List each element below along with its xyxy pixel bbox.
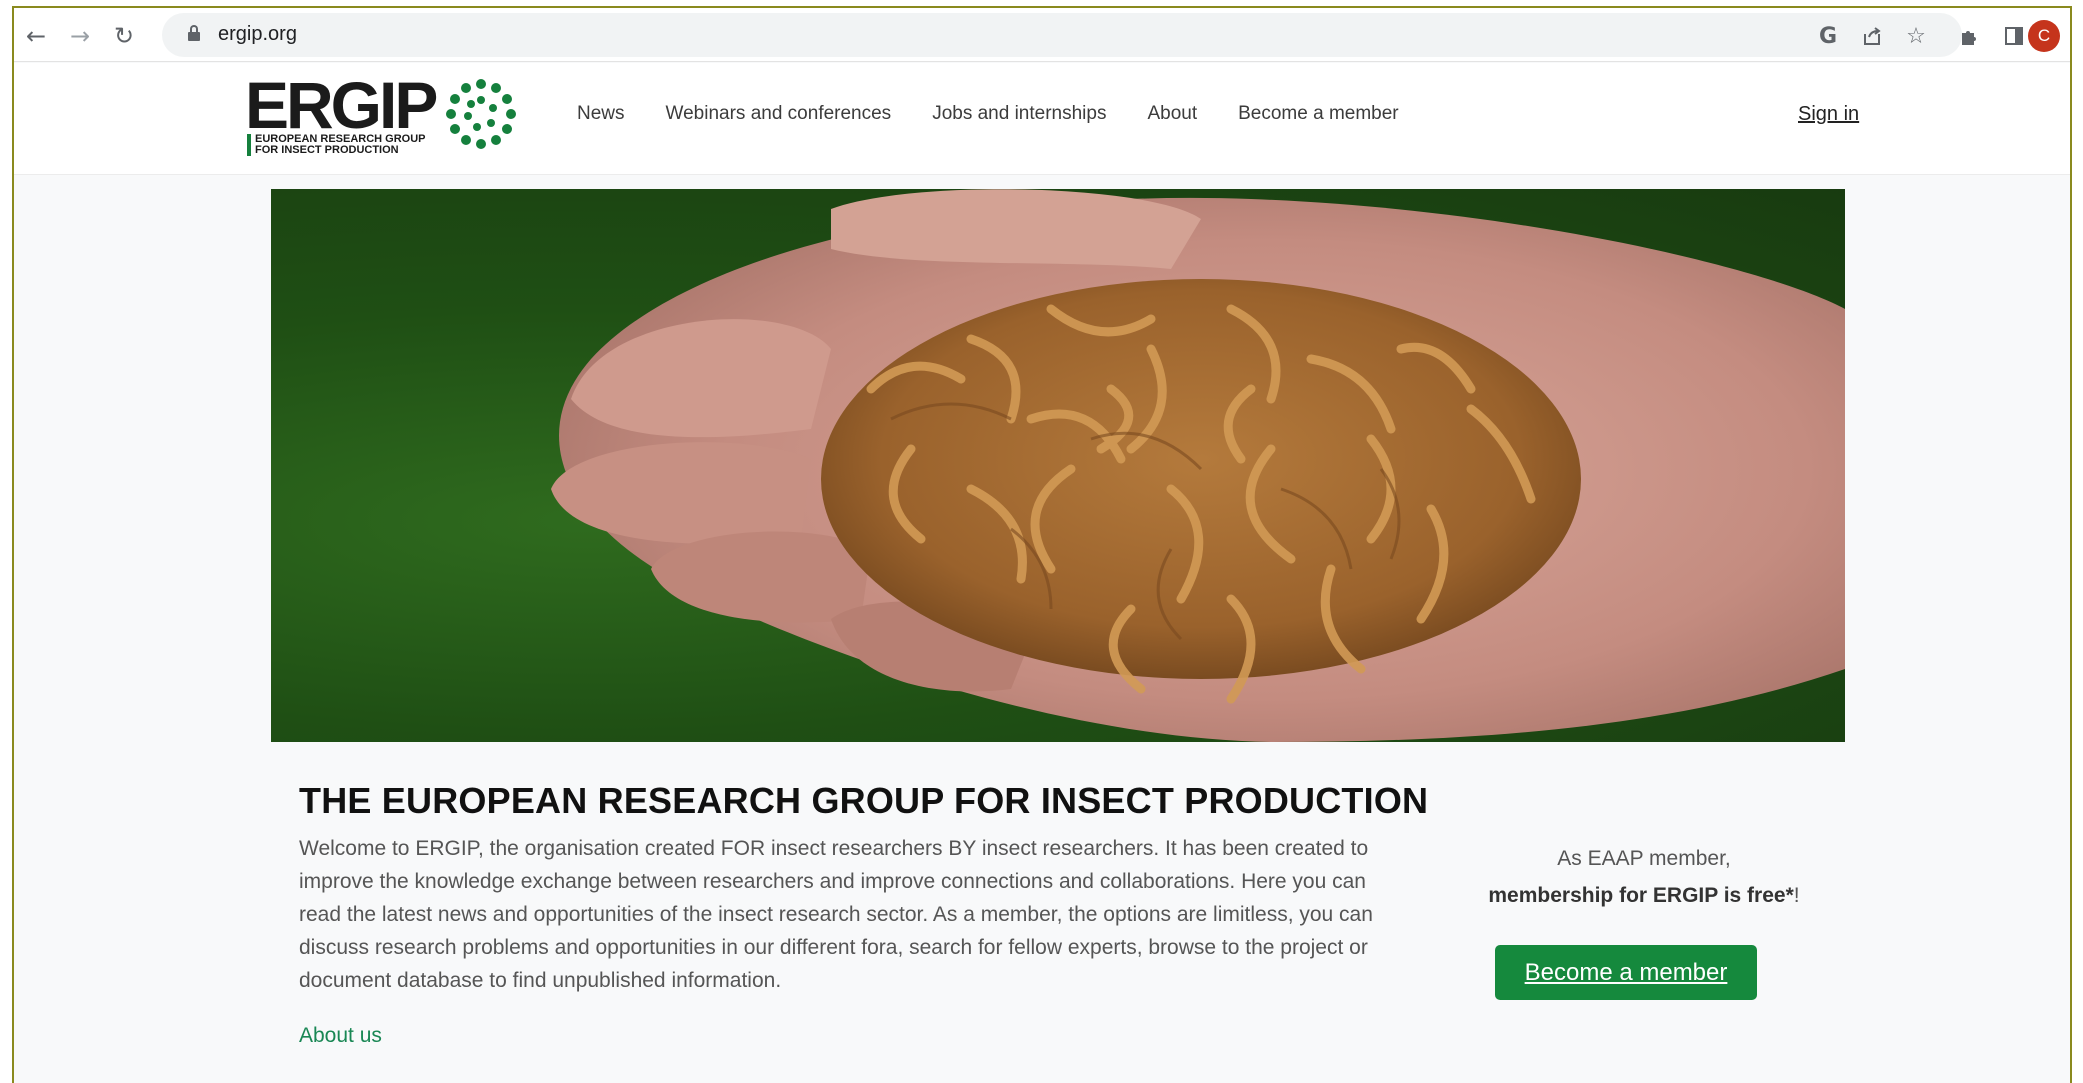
browser-toolbar: ← → ↻ ergip.org G ☆ C xyxy=(14,8,2070,62)
intro-paragraph: Welcome to ERGIP, the organisation creat… xyxy=(299,837,1373,992)
star-icon[interactable]: ☆ xyxy=(1900,20,1932,52)
about-us-link[interactable]: About us xyxy=(299,1024,382,1048)
share-icon[interactable] xyxy=(1856,20,1888,52)
forward-arrow-icon[interactable]: → xyxy=(62,18,98,54)
back-arrow-icon[interactable]: ← xyxy=(18,18,54,54)
logo-subtitle: EUROPEAN RESEARCH GROUP FOR INSECT PRODU… xyxy=(255,133,426,156)
address-bar[interactable]: ergip.org xyxy=(162,13,1962,57)
nav-jobs[interactable]: Jobs and internships xyxy=(932,103,1106,125)
sign-in-link[interactable]: Sign in xyxy=(1798,103,1859,126)
google-icon[interactable]: G xyxy=(1812,20,1844,52)
site-header: ERGIP EUROPEAN RESEARCH GROUP FOR INSECT… xyxy=(14,63,2070,175)
become-member-button[interactable]: Become a member xyxy=(1495,945,1757,1000)
nav-news[interactable]: News xyxy=(577,103,625,125)
main-nav: News Webinars and conferences Jobs and i… xyxy=(577,103,1440,125)
membership-line-2: membership for ERGIP is free*! xyxy=(1488,884,1800,907)
extensions-icon[interactable] xyxy=(1954,20,1986,52)
url-text: ergip.org xyxy=(218,23,297,45)
logo-wordmark: ERGIP xyxy=(245,68,438,142)
side-panel-icon[interactable] xyxy=(1998,20,2030,52)
browser-window: ← → ↻ ergip.org G ☆ C ERGIP EUROPEAN RES… xyxy=(12,6,2072,1083)
membership-line-1: As EAAP member, xyxy=(1557,847,1731,870)
reload-icon[interactable]: ↻ xyxy=(106,18,142,54)
lock-icon[interactable] xyxy=(188,25,200,41)
ergip-logo[interactable]: ERGIP EUROPEAN RESEARCH GROUP FOR INSECT… xyxy=(245,72,516,163)
nav-webinars[interactable]: Webinars and conferences xyxy=(666,103,892,125)
nav-become-member[interactable]: Become a member xyxy=(1238,103,1399,125)
membership-note: As EAAP member, membership for ERGIP is … xyxy=(1434,840,1854,914)
hero-image xyxy=(271,189,1845,742)
page-title: THE EUROPEAN RESEARCH GROUP FOR INSECT P… xyxy=(299,780,1429,821)
nav-about[interactable]: About xyxy=(1147,103,1197,125)
logo-dots-icon xyxy=(446,79,516,149)
profile-avatar[interactable]: C xyxy=(2028,20,2060,52)
